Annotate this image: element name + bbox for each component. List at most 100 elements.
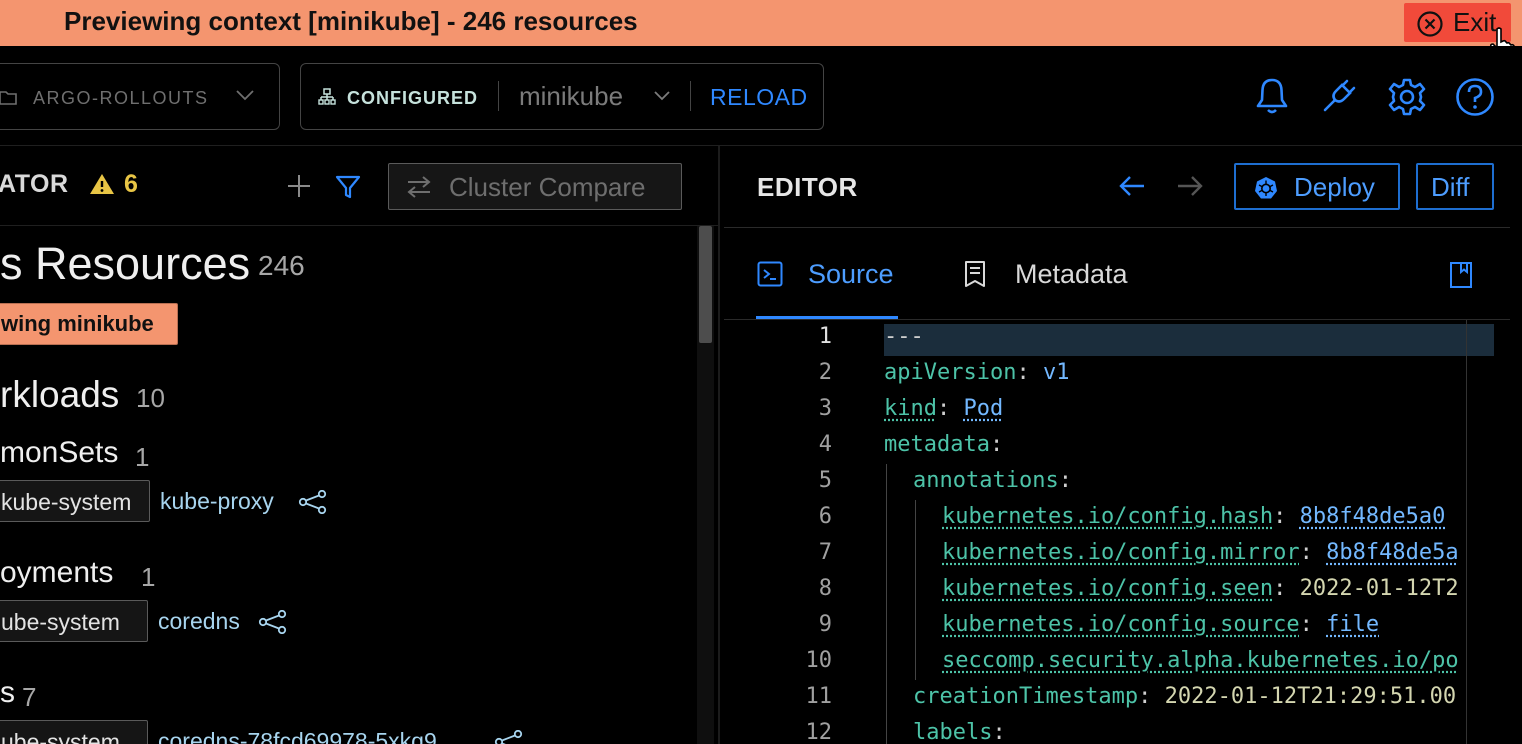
arrow-right-icon[interactable] xyxy=(1176,174,1204,203)
navigator-header: ATOR 6 Cluster Compare xyxy=(0,146,718,226)
line-number: 11 xyxy=(805,684,833,709)
share-icon[interactable] xyxy=(258,609,288,639)
project-selector[interactable]: ARGO-ROLLOUTS xyxy=(0,63,280,130)
namespace-label: ube-system xyxy=(1,609,120,635)
scrollbar-thumb[interactable] xyxy=(699,226,712,343)
preview-tag-label: wing minikube xyxy=(1,311,154,336)
code-text: kubernetes.io/config.seen: 2022-01-12T2 xyxy=(942,576,1459,601)
code-text: labels: xyxy=(913,720,1006,744)
code-editor[interactable]: 1 --- 2 apiVersion: v1 3 kind: Pod 4 metadata: 5… xyxy=(724,320,1494,744)
kind-title-pods[interactable]: s xyxy=(0,676,15,710)
kind-count: 1 xyxy=(135,442,150,472)
code-line[interactable]: 3 kind: Pod xyxy=(724,392,1494,428)
code-text: creationTimestamp: 2022-01-12T21:29:51.0… xyxy=(913,684,1457,709)
namespace-tag[interactable]: ube-system xyxy=(0,720,148,744)
code-text: --- xyxy=(884,324,924,349)
kubernetes-icon xyxy=(1254,176,1278,205)
cluster-context-selector: CONFIGURED minikube RELOAD xyxy=(300,63,824,130)
resource-name[interactable]: coredns-78fcd69978-5xkq9 xyxy=(158,728,437,744)
share-icon[interactable] xyxy=(298,489,328,519)
cluster-compare-button[interactable]: Cluster Compare xyxy=(388,163,682,210)
line-number: 2 xyxy=(818,360,832,385)
namespace-label: kube-system xyxy=(1,489,132,515)
preview-tag: wing minikube xyxy=(0,303,178,345)
panel-splitter[interactable] xyxy=(718,146,720,744)
section-title-workloads[interactable]: rkloads xyxy=(0,374,119,416)
navigator-panel: ATOR 6 Cluster Compare s Resources 246 w… xyxy=(0,146,718,744)
tab-metadata[interactable]: Metadata xyxy=(1015,259,1128,290)
cluster-compare-label: Cluster Compare xyxy=(449,172,646,202)
swap-icon xyxy=(405,176,433,203)
bell-icon[interactable] xyxy=(1255,77,1289,120)
line-number: 4 xyxy=(818,432,832,457)
namespace-tag[interactable]: kube-system xyxy=(0,480,150,522)
help-icon[interactable] xyxy=(1455,77,1495,122)
resource-name[interactable]: kube-proxy xyxy=(160,488,274,515)
code-line[interactable]: 5 annotations: xyxy=(724,464,1494,500)
preview-banner-text: Previewing context [minikube] - 246 reso… xyxy=(64,6,638,36)
warning-count[interactable]: 6 xyxy=(124,170,138,199)
code-line[interactable]: 10 seccomp.security.alpha.kubernetes.io/p… xyxy=(724,644,1494,680)
code-text: annotations: xyxy=(913,468,1072,493)
reload-button[interactable]: RELOAD xyxy=(710,84,808,111)
section-count: 10 xyxy=(136,383,165,413)
project-label: ARGO-ROLLOUTS xyxy=(33,88,209,108)
kind-title-deployments[interactable]: oyments xyxy=(0,556,113,590)
editor-title: EDITOR xyxy=(757,172,858,202)
code-text: metadata: xyxy=(884,432,1004,457)
line-number: 10 xyxy=(805,648,833,673)
close-circle-icon xyxy=(1416,10,1444,43)
deploy-label: Deploy xyxy=(1294,172,1375,202)
document-icon[interactable] xyxy=(963,260,987,293)
plus-icon[interactable] xyxy=(287,174,311,203)
kind-title-daemonsets[interactable]: monSets xyxy=(0,436,118,470)
divider xyxy=(690,81,691,111)
line-number: 7 xyxy=(818,540,832,565)
code-line[interactable]: 11 creationTimestamp: 2022-01-12T21:29:51… xyxy=(724,680,1494,716)
namespace-tag[interactable]: ube-system xyxy=(0,600,148,642)
code-line[interactable]: 9 kubernetes.io/config.source: file xyxy=(724,608,1494,644)
diff-button[interactable]: Diff xyxy=(1416,163,1494,210)
namespace-label: ube-system xyxy=(1,729,120,744)
code-text: kubernetes.io/config.source: file xyxy=(942,612,1380,637)
tab-source[interactable]: Source xyxy=(808,259,894,290)
code-text: kind: Pod xyxy=(884,396,1004,421)
code-line[interactable]: 6 kubernetes.io/config.hash: 8b8f48de5a0 xyxy=(724,500,1494,536)
plug-icon[interactable] xyxy=(1320,77,1358,120)
line-number: 5 xyxy=(818,468,832,493)
code-line[interactable]: 12 labels: xyxy=(724,716,1494,744)
chevron-down-icon[interactable] xyxy=(653,89,671,107)
line-number: 6 xyxy=(818,504,832,529)
terminal-icon[interactable] xyxy=(757,261,783,292)
code-line[interactable]: 1 --- xyxy=(724,320,1494,356)
deploy-button[interactable]: Deploy xyxy=(1234,163,1400,210)
resource-name[interactable]: coredns xyxy=(158,608,240,635)
cluster-status-label: CONFIGURED xyxy=(347,88,478,108)
chevron-down-icon xyxy=(235,88,255,107)
divider xyxy=(498,81,499,111)
editor-panel: EDITOR Deploy Diff Source Metadata 1 ---… xyxy=(724,146,1522,744)
share-icon[interactable] xyxy=(494,729,524,744)
context-name-select[interactable]: minikube xyxy=(519,81,623,112)
code-line[interactable]: 7 kubernetes.io/config.mirror: 8b8f48de5a xyxy=(724,536,1494,572)
resources-count: 246 xyxy=(258,250,305,281)
gear-icon[interactable] xyxy=(1387,77,1427,122)
line-number: 8 xyxy=(818,576,832,601)
kind-count: 7 xyxy=(22,682,37,712)
code-line[interactable]: 2 apiVersion: v1 xyxy=(724,356,1494,392)
arrow-left-icon[interactable] xyxy=(1118,174,1146,203)
filter-icon[interactable] xyxy=(335,174,361,205)
code-line[interactable]: 8 kubernetes.io/config.seen: 2022-01-12T2 xyxy=(724,572,1494,608)
code-text: seccomp.security.alpha.kubernetes.io/po xyxy=(942,648,1459,673)
line-number: 9 xyxy=(818,612,832,637)
warning-icon[interactable] xyxy=(89,173,115,200)
line-number: 3 xyxy=(818,396,832,421)
line-number: 12 xyxy=(805,720,833,744)
cluster-icon xyxy=(318,88,336,111)
bookmark-icon[interactable] xyxy=(1449,261,1473,294)
editor-header: EDITOR Deploy Diff xyxy=(724,146,1510,228)
resources-title: s Resources xyxy=(0,238,251,289)
active-tab-indicator xyxy=(756,316,898,319)
code-line[interactable]: 4 metadata: xyxy=(724,428,1494,464)
navigator-title: ATOR xyxy=(0,170,69,198)
